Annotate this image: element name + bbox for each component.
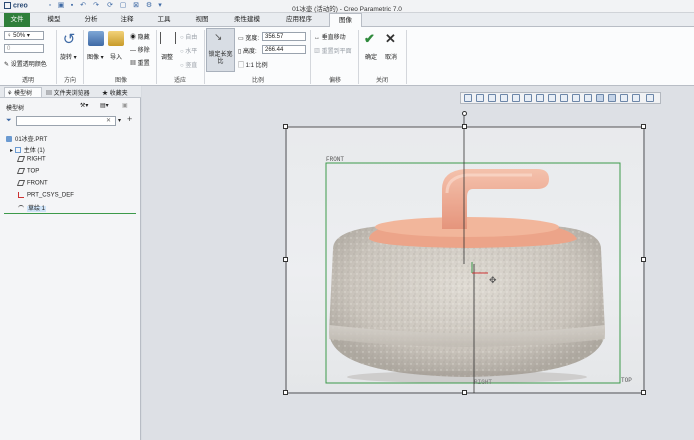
datum-label-right: RIGHT: [474, 379, 493, 386]
move-cursor-icon: ✥: [489, 275, 497, 285]
resize-handle-bottom-right[interactable]: [641, 390, 646, 395]
rotation-handle[interactable]: [462, 111, 467, 116]
datum-label-top: TOP: [621, 377, 632, 384]
datum-label-front: FRONT: [326, 156, 345, 163]
resize-handle-bottom-left[interactable]: [283, 390, 288, 395]
resize-handle-top-right[interactable]: [641, 124, 646, 129]
resize-handle-top[interactable]: [462, 124, 467, 129]
resize-handle-left[interactable]: [283, 257, 288, 262]
resize-handle-right[interactable]: [641, 257, 646, 262]
image-selection-overlay: [285, 114, 645, 394]
resize-handle-bottom[interactable]: [462, 390, 467, 395]
resize-handle-top-left[interactable]: [283, 124, 288, 129]
